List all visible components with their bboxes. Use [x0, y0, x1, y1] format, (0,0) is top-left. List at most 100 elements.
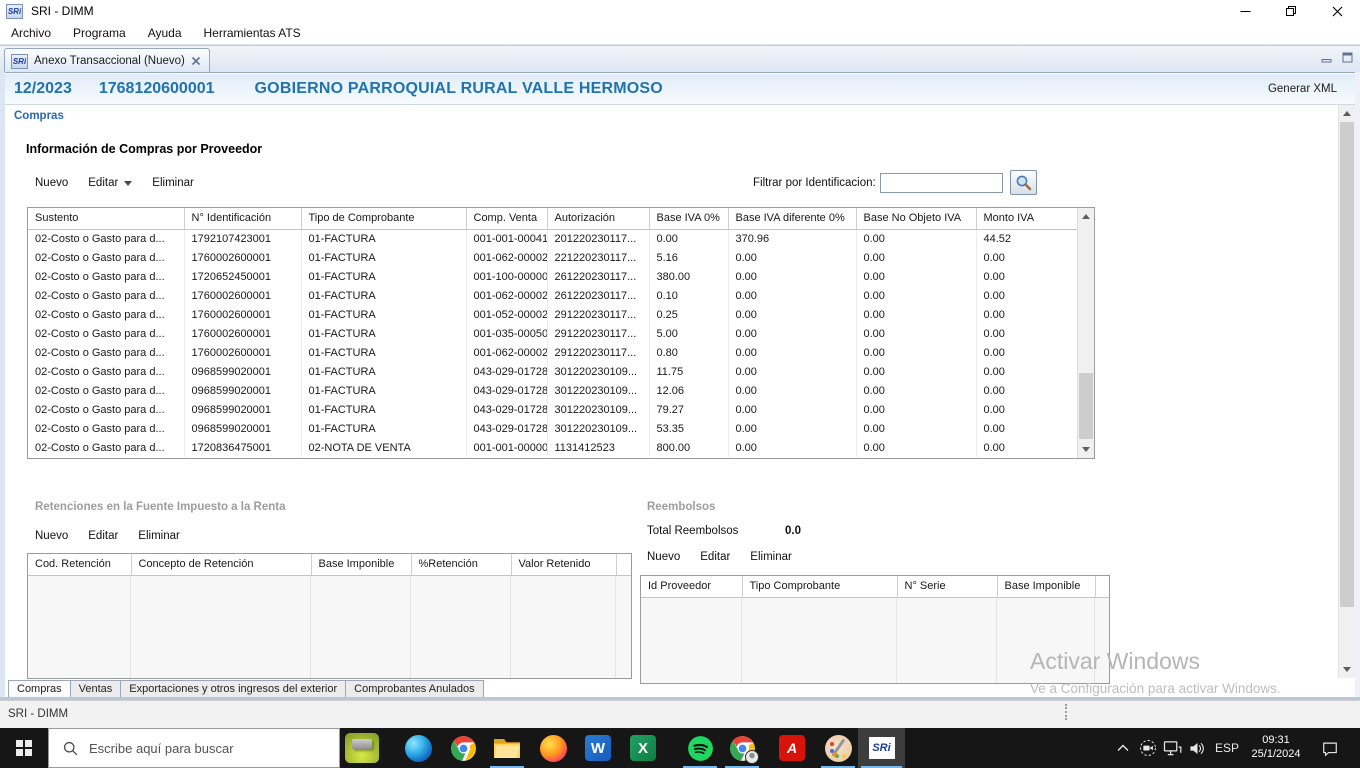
acrobat-button[interactable]: A	[772, 728, 812, 768]
reembolsos-nuevo-button[interactable]: Nuevo	[647, 551, 680, 563]
column-header[interactable]: Tipo de Comprobante	[301, 208, 467, 230]
table-row[interactable]: 02-Costo o Gasto para d... 1720652450001 0…	[28, 267, 1079, 286]
reembolsos-section-title: Reembolsos	[647, 501, 716, 513]
menu-herramientas-ats[interactable]: Herramientas ATS	[193, 26, 312, 40]
compras-editar-button[interactable]: Editar	[88, 177, 133, 189]
tray-expand-button[interactable]	[1112, 728, 1134, 768]
scroll-up-arrow[interactable]	[1339, 105, 1355, 122]
view-maximize-button[interactable]	[1341, 51, 1354, 64]
reembolsos-eliminar-button[interactable]: Eliminar	[750, 551, 792, 563]
table-row[interactable]: 02-Costo o Gasto para d... 0968599020001 0…	[28, 419, 1079, 438]
editar-label: Editar	[88, 530, 119, 542]
scroll-down-arrow[interactable]	[1339, 661, 1355, 678]
file-explorer-button[interactable]	[487, 728, 527, 768]
firefox-button[interactable]	[533, 728, 573, 768]
retenciones-eliminar-button[interactable]: Eliminar	[138, 530, 180, 542]
column-header[interactable]: Comp. Venta	[466, 208, 548, 230]
bottom-tab-exportaciones[interactable]: Exportaciones y otros ingresos del exter…	[121, 681, 347, 697]
column-header[interactable]: Autorización	[547, 208, 650, 230]
table-row[interactable]: 02-Costo o Gasto para d... 0968599020001 0…	[28, 381, 1079, 400]
column-header[interactable]: Sustento	[28, 208, 185, 230]
compras-eliminar-button[interactable]: Eliminar	[152, 177, 194, 189]
clock[interactable]: 09:31 25/1/2024	[1243, 728, 1309, 768]
column-header[interactable]: Cod. Retención	[28, 554, 132, 576]
scroll-thumb[interactable]	[1340, 122, 1354, 607]
start-button[interactable]	[0, 728, 48, 768]
bottom-tab-compras[interactable]: Compras	[9, 681, 71, 697]
paint-button[interactable]	[818, 728, 858, 768]
tab-anexo-transaccional[interactable]: SRi Anexo Transaccional (Nuevo)	[4, 48, 210, 73]
main-scrollbar[interactable]	[1338, 105, 1355, 678]
table-cell: 01-FACTURA	[301, 362, 467, 381]
column-header[interactable]: %Retención	[411, 554, 512, 576]
action-center-button[interactable]	[1316, 728, 1344, 768]
compras-nuevo-button[interactable]: Nuevo	[35, 177, 68, 189]
excel-button[interactable]: X	[623, 728, 663, 768]
column-header[interactable]: Base Imponible	[311, 554, 412, 576]
column-header[interactable]: Base Imponible	[997, 576, 1096, 598]
menu-archivo[interactable]: Archivo	[0, 26, 62, 40]
table-row[interactable]: 02-Costo o Gasto para d... 0968599020001 0…	[28, 362, 1079, 381]
table-row[interactable]: 02-Costo o Gasto para d... 1760002600001 0…	[28, 305, 1079, 324]
menu-programa[interactable]: Programa	[62, 26, 137, 40]
column-header[interactable]: N° Identificación	[184, 208, 302, 230]
reembolsos-editar-button[interactable]: Editar	[700, 551, 730, 563]
word-button[interactable]: W	[578, 728, 618, 768]
column-header[interactable]: Base No Objeto IVA	[856, 208, 977, 230]
menu-ayuda[interactable]: Ayuda	[137, 26, 193, 40]
minimize-button[interactable]	[1222, 0, 1268, 22]
pinned-app-button[interactable]	[342, 728, 382, 768]
table-row[interactable]: 02-Costo o Gasto para d... 1720836475001 0…	[28, 438, 1079, 457]
scroll-thumb[interactable]	[1079, 373, 1093, 439]
view-minimize-icon	[1321, 59, 1332, 63]
table-cell: 5.16	[649, 248, 729, 267]
reembolsos-table-body	[641, 598, 1109, 683]
column-header[interactable]: Base IVA 0%	[649, 208, 729, 230]
chrome-profile-button[interactable]	[722, 728, 762, 768]
status-bar: SRI - DIMM	[0, 700, 1360, 728]
window-title: SRI - DIMM	[31, 4, 94, 18]
bottom-tab-ventas[interactable]: Ventas	[70, 681, 122, 697]
table-cell: 001-035-00050...	[466, 324, 548, 343]
filter-search-button[interactable]	[1009, 170, 1037, 195]
restore-button[interactable]	[1268, 0, 1314, 22]
table-cell: 01-FACTURA	[301, 305, 467, 324]
table-row[interactable]: 02-Costo o Gasto para d... 1792107423001 0…	[28, 229, 1079, 248]
column-header[interactable]: N° Serie	[897, 576, 998, 598]
edge-button[interactable]	[398, 728, 438, 768]
filter-input[interactable]	[879, 172, 1003, 193]
table-row[interactable]: 02-Costo o Gasto para d... 1760002600001 0…	[28, 343, 1079, 362]
spotify-button[interactable]	[680, 728, 720, 768]
file-explorer-icon	[494, 739, 520, 758]
generar-xml-button[interactable]: Generar XML	[1268, 83, 1337, 95]
column-header[interactable]: Valor Retenido	[511, 554, 617, 576]
table-cell: 261220230117...	[547, 267, 650, 286]
scroll-down-arrow[interactable]	[1078, 441, 1094, 458]
chrome-button[interactable]	[443, 728, 483, 768]
view-minimize-button[interactable]	[1320, 51, 1333, 64]
column-header[interactable]: Concepto de Retención	[131, 554, 312, 576]
meet-now-button[interactable]	[1137, 728, 1159, 768]
bottom-tab-comprobantes-anulados[interactable]: Comprobantes Anulados	[346, 681, 483, 697]
retenciones-nuevo-button[interactable]: Nuevo	[35, 530, 68, 542]
tab-close-icon[interactable]	[191, 56, 201, 66]
column-header[interactable]: Id Proveedor	[641, 576, 743, 598]
network-button[interactable]	[1160, 728, 1184, 768]
table-row[interactable]: 02-Costo o Gasto para d... 1760002600001 0…	[28, 286, 1079, 305]
table-row[interactable]: 02-Costo o Gasto para d... 1760002600001 0…	[28, 324, 1079, 343]
retenciones-editar-button[interactable]: Editar	[88, 530, 118, 542]
close-button[interactable]	[1314, 0, 1360, 22]
table-row[interactable]: 02-Costo o Gasto para d... 0968599020001 0…	[28, 400, 1079, 419]
scroll-up-arrow[interactable]	[1078, 208, 1094, 225]
editar-dropdown-icon[interactable]	[124, 180, 133, 186]
column-header[interactable]: Tipo Comprobante	[742, 576, 898, 598]
taskbar-search[interactable]	[48, 728, 340, 768]
compras-table-scrollbar[interactable]	[1077, 208, 1094, 458]
language-indicator[interactable]: ESP	[1212, 728, 1242, 768]
taskbar-search-input[interactable]	[89, 740, 309, 756]
table-row[interactable]: 02-Costo o Gasto para d... 1760002600001 0…	[28, 248, 1079, 267]
column-header[interactable]: Monto IVA	[976, 208, 1079, 230]
sri-dimm-button[interactable]: SRi	[858, 728, 905, 768]
column-header[interactable]: Base IVA diferente 0%	[728, 208, 857, 230]
volume-button[interactable]	[1184, 728, 1210, 768]
